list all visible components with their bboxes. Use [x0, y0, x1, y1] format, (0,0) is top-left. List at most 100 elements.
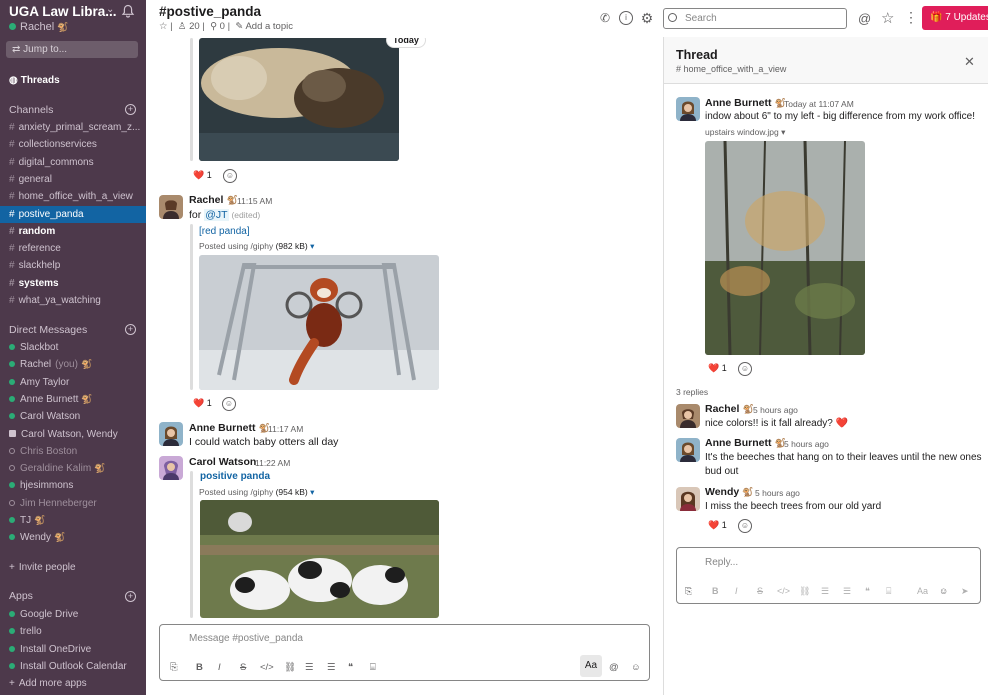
message-time[interactable]: Today at 11:07 AM — [784, 99, 854, 109]
caret-down-icon[interactable]: ▾ — [310, 487, 314, 497]
sidebar-item-dm[interactable]: Chris Boston — [0, 443, 146, 460]
message-author[interactable]: Anne Burnett 🐒 — [189, 422, 270, 434]
sidebar-item-threads[interactable]: ◍ Threads — [0, 72, 146, 89]
sidebar-item-dm[interactable]: Anne Burnett 🐒 — [0, 391, 146, 408]
add-channel-icon[interactable]: + — [125, 104, 136, 115]
code-block-icon[interactable]: ⌸ — [886, 586, 891, 597]
sidebar-item-dm[interactable]: Slackbot — [0, 339, 146, 356]
ordered-list-icon[interactable]: ☰ — [305, 662, 314, 673]
avatar[interactable] — [159, 195, 183, 219]
user-mention[interactable]: @JT — [204, 209, 229, 221]
italic-icon[interactable]: I — [218, 662, 221, 673]
red-panda-gif[interactable] — [199, 255, 439, 390]
avatar[interactable] — [159, 422, 183, 446]
reply-author[interactable]: Rachel 🐒 — [705, 403, 754, 415]
reply-input[interactable]: Reply... — [705, 557, 738, 568]
pin-count[interactable]: 0 — [220, 21, 225, 32]
reply-author[interactable]: Wendy 🐒 — [705, 486, 753, 498]
members-icon[interactable]: ♙ — [178, 21, 187, 32]
phone-icon[interactable]: ✆ — [598, 11, 612, 25]
reply-time[interactable]: 5 hours ago — [753, 405, 798, 415]
link-icon[interactable]: ⛓ — [284, 662, 296, 673]
sidebar-item-channel[interactable]: # slackhelp — [0, 257, 146, 274]
gear-icon[interactable]: ⚙ — [640, 11, 654, 25]
add-reaction-icon[interactable]: ☺ — [738, 362, 752, 376]
formatting-toggle[interactable]: Aa — [917, 586, 928, 596]
mention-icon[interactable]: @ — [609, 662, 619, 673]
reply-time[interactable]: 5 hours ago — [784, 439, 829, 449]
info-icon[interactable]: i — [619, 11, 633, 25]
message-author[interactable]: Anne Burnett 🐒 — [705, 97, 786, 109]
code-icon[interactable]: </> — [260, 662, 274, 673]
quote-icon[interactable]: ❝ — [348, 662, 353, 673]
message-author[interactable]: Rachel 🐒 — [189, 194, 238, 206]
invite-people-link[interactable]: + Invite people — [0, 559, 146, 576]
sidebar-item-channel[interactable]: # systems — [0, 275, 146, 292]
caret-down-icon[interactable]: ▾ — [781, 127, 785, 137]
add-topic-link[interactable]: Add a topic — [245, 21, 293, 32]
channels-header[interactable]: Channels — [9, 104, 53, 116]
sidebar-item-dm[interactable]: Rachel (you) 🐒 — [0, 356, 146, 373]
reaction-heart[interactable]: ❤️ 1 — [705, 517, 730, 533]
more-icon[interactable]: ⋮ — [904, 9, 918, 26]
bold-icon[interactable]: B — [196, 662, 203, 673]
mentions-icon[interactable]: @ — [858, 11, 871, 26]
panda-gif[interactable] — [200, 500, 439, 618]
add-dm-icon[interactable]: + — [125, 324, 136, 335]
message-time[interactable]: 11:22 AM — [255, 458, 290, 468]
sidebar-item-dm[interactable]: Carol Watson — [0, 408, 146, 425]
avatar[interactable] — [676, 97, 700, 121]
code-block-icon[interactable]: ⌸ — [370, 662, 376, 673]
code-icon[interactable]: </> — [777, 586, 790, 596]
strike-icon[interactable]: S — [757, 586, 763, 596]
sidebar-item-channel[interactable]: # home_office_with_a_view — [0, 188, 146, 205]
bullet-list-icon[interactable]: ☰ — [843, 586, 851, 597]
reply-author[interactable]: Anne Burnett 🐒 — [705, 437, 786, 449]
avatar[interactable] — [676, 438, 700, 462]
bullet-list-icon[interactable]: ☰ — [327, 662, 336, 673]
sidebar-item-dm[interactable]: Wendy 🐒 — [0, 529, 146, 546]
reaction-heart[interactable]: ❤️ 1 — [190, 395, 215, 411]
chevron-down-icon[interactable]: ⌄ — [106, 4, 114, 15]
star-icon[interactable]: ☆ — [159, 21, 168, 32]
giphy-link[interactable]: [red panda] — [199, 226, 250, 237]
window-photo[interactable] — [705, 141, 865, 355]
sidebar-item-dm[interactable]: hjesimmons — [0, 477, 146, 494]
emoji-icon[interactable]: ☺ — [939, 586, 948, 596]
sidebar-item-channel[interactable]: # reference — [0, 240, 146, 257]
message-author[interactable]: Carol Watson — [189, 456, 256, 468]
sidebar-item-channel[interactable]: # anxiety_primal_scream_z... — [0, 119, 146, 136]
add-reaction-icon[interactable]: ☺ — [222, 397, 236, 411]
italic-icon[interactable]: I — [735, 586, 738, 596]
avatar[interactable] — [159, 456, 183, 480]
search-input[interactable]: Search — [663, 8, 847, 29]
jump-to-button[interactable]: ⇄ Jump to... — [6, 41, 138, 58]
avatar[interactable] — [676, 487, 700, 511]
sidebar-item-app[interactable]: + Add more apps — [0, 675, 146, 692]
thread-channel[interactable]: # home_office_with_a_view — [676, 64, 786, 74]
workspace-name[interactable]: UGA Law Libra... — [9, 4, 117, 19]
sidebar-item-channel[interactable]: # digital_commons — [0, 154, 146, 171]
sidebar-item-dm[interactable]: TJ 🐒 — [0, 512, 146, 529]
updates-button[interactable]: 🎁 7 Updates — [922, 6, 988, 30]
sidebar-item-app[interactable]: Install Outlook Calendar — [0, 658, 146, 675]
reaction-heart[interactable]: ❤️ 1 — [190, 167, 215, 183]
bell-icon[interactable] — [121, 4, 135, 18]
reply-composer[interactable]: Reply... ⎘ B I S </> ⛓ ☰ ☰ ❝ ⌸ Aa ☺ ➤ — [676, 547, 981, 604]
dm-header[interactable]: Direct Messages — [9, 324, 87, 336]
sidebar-item-dm[interactable]: Geraldine Kalim 🐒 — [0, 460, 146, 477]
apps-header[interactable]: Apps — [9, 590, 33, 602]
sidebar-item-channel[interactable]: # what_ya_watching — [0, 292, 146, 309]
sidebar-item-channel[interactable]: # postive_panda — [0, 205, 146, 223]
attach-icon[interactable]: ⎘ — [685, 586, 692, 597]
avatar[interactable] — [676, 404, 700, 428]
add-app-icon[interactable]: + — [125, 591, 136, 602]
reaction-heart[interactable]: ❤️ 1 — [705, 360, 730, 376]
file-name[interactable]: upstairs window.jpg ▾ — [705, 127, 785, 138]
sidebar-item-app[interactable]: trello — [0, 623, 146, 640]
attach-icon[interactable]: ⎘ — [170, 662, 178, 673]
sidebar-item-dm[interactable]: Jim Henneberger — [0, 495, 146, 512]
add-reaction-icon[interactable]: ☺ — [223, 169, 237, 183]
formatting-toggle[interactable]: Aa — [580, 655, 602, 677]
member-count[interactable]: 20 — [189, 21, 200, 32]
